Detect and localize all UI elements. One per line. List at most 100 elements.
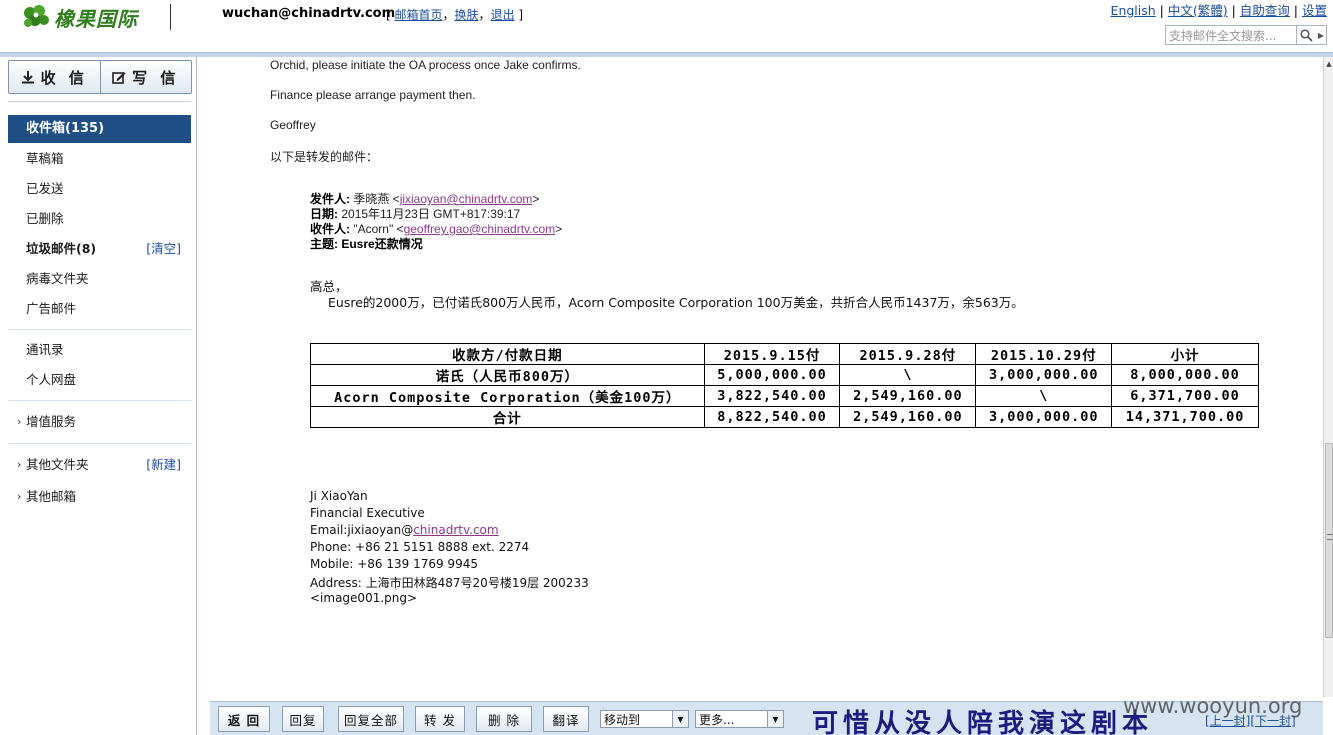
sidebar-item-drafts[interactable]: 草稿箱 [8,145,191,173]
self-service-link[interactable]: 自助查询 [1240,3,1290,18]
sidebar-item-other-mailboxes-label: 其他邮箱 [26,489,77,504]
table-cell: 6,371,700.00 [1111,385,1259,407]
translate-button[interactable]: 翻译 [543,706,589,732]
sidebar-item-other-mailboxes[interactable]: › 其他邮箱 [8,483,191,511]
logo-text: 橡果国际 [54,6,138,31]
sidebar-item-inbox[interactable]: 收件箱(135) [8,115,191,143]
empty-spam-link[interactable]: [清空] [146,235,181,263]
to-close: > [555,222,563,236]
search-button[interactable] [1296,26,1316,44]
top-links: English | 中文(繁體) | 自助查询 | 设置 [1110,3,1327,18]
more-actions-select[interactable]: 更多... ▼ [695,710,784,728]
table-cell: 2,549,160.00 [839,385,977,407]
table-cell: 3,000,000.00 [975,406,1113,428]
sidebar-item-virus[interactable]: 病毒文件夹 [8,265,191,293]
signature-email-prefix: Email:jixiaoyan@ [310,523,414,537]
table-cell: 14,371,700.00 [1111,406,1259,428]
chevron-right-icon: › [17,458,22,471]
user-email: wuchan@chinadrtv.com [222,6,396,21]
back-button[interactable]: 返 回 [218,706,270,732]
sidebar-item-contacts[interactable]: 通讯录 [8,336,191,364]
table-row: Acorn Composite Corporation（美金100万） 3,82… [310,385,1259,407]
change-skin-link[interactable]: 换肤 [455,8,479,22]
search-input[interactable]: 支持邮件全文搜索... [1166,27,1296,44]
to-name: "Acorn" < [353,222,404,236]
signature-name: Ji XiaoYan [310,489,368,503]
scrollbar[interactable]: ▲ [1323,57,1333,697]
table-row: 合计 8,822,540.00 2,549,160.00 3,000,000.0… [310,406,1259,428]
sidebar-item-spam[interactable]: 垃圾邮件(8) [清空] [8,235,191,263]
mail-app: 橡果国际 wuchan@chinadrtv.com [ 邮箱首页，换肤，退出 ]… [0,0,1333,735]
sidebar-item-sent[interactable]: 已发送 [8,175,191,203]
sidebar-item-deleted[interactable]: 已删除 [8,205,191,233]
email-body-line: Orchid, please initiate the OA process o… [270,58,581,72]
signature-email-link[interactable]: chinadrtv.com [413,523,498,537]
sidebar-item-other-folders[interactable]: › 其他文件夹 [新建] [8,451,191,479]
delete-button[interactable]: 删 除 [476,706,532,732]
search-icon [1300,28,1313,42]
scroll-grip-icon [1327,534,1332,540]
reply-button[interactable]: 回复 [282,706,324,732]
sidebar-item-value-added-label: 增值服务 [26,414,77,429]
from-email-link[interactable]: jixiaoyan@chinadrtv.com [400,192,533,206]
mailbox-home-link[interactable]: 邮箱首页 [395,8,443,22]
sidebar: 收 信 写 信 收件箱(135) 草稿箱 已发送 已删除 垃圾邮件(8) [清空… [0,57,197,735]
reply-all-button[interactable]: 回复全部 [338,706,404,732]
search-options-arrow-icon[interactable]: ▶ [1316,26,1326,44]
table-row: 诺氏（人民币800万） 5,000,000.00 \ 3,000,000.00 … [310,364,1259,386]
search-box: 支持邮件全文搜索... ▶ [1165,25,1327,45]
table-cell: 8,822,540.00 [703,406,841,428]
email-signoff: Geoffrey [270,118,316,132]
forwarded-subject: 主题: Eusre还款情况 [310,235,423,252]
move-to-value: 移动到 [604,712,641,727]
english-link[interactable]: English [1111,3,1156,18]
signature-mobile: Mobile: +86 139 1769 9945 [310,557,478,571]
from-name: 季晓燕 < [353,192,400,206]
watermark: www.wooyun.org [1123,694,1303,718]
new-folder-link[interactable]: [新建] [146,451,181,479]
download-icon [21,71,34,84]
scroll-thumb[interactable] [1325,443,1333,638]
chevron-right-icon: › [17,490,22,503]
overlay-caption: 可惜从没人陪我演这剧本 [812,709,1154,735]
payment-table: 收款方/付款日期 2015.9.15付 2015.9.28付 2015.10.2… [310,343,1259,428]
scroll-up-arrow-icon[interactable]: ▲ [1324,57,1333,71]
more-actions-value: 更多... [699,712,735,727]
sidebar-item-value-added[interactable]: › 增值服务 [8,408,191,436]
table-cell: 3,000,000.00 [975,364,1113,386]
compose-icon [112,72,126,84]
chevron-right-icon: › [17,415,22,428]
logout-link[interactable]: 退出 [491,8,515,22]
table-cell: \ [839,364,977,386]
table-cell: 3,822,540.00 [703,385,841,407]
signature-email: Email:jixiaoyan@chinadrtv.com [310,523,499,537]
date-label: 日期: [310,207,338,221]
forward-button[interactable]: 转 发 [415,706,465,732]
from-label: 发件人: [310,192,350,206]
sidebar-item-ads[interactable]: 广告邮件 [8,295,191,323]
to-email-link[interactable]: geoffrey.gao@chinadrtv.com [404,222,556,236]
table-cell: \ [975,385,1113,407]
sidebar-item-netdisk[interactable]: 个人网盘 [8,366,191,394]
settings-link[interactable]: 设置 [1302,3,1327,18]
subject-value: Eusre还款情况 [341,237,423,251]
forward-intro: 以下是转发的邮件： [270,150,379,164]
receive-button[interactable]: 收 信 [9,61,101,93]
table-header-cell: 2015.9.15付 [703,343,841,365]
compose-button[interactable]: 写 信 [101,61,192,93]
table-cell: 2,549,160.00 [839,406,977,428]
table-cell: 诺氏（人民币800万） [310,364,705,386]
compose-label: 写 信 [132,68,180,87]
table-header-row: 收款方/付款日期 2015.9.15付 2015.9.28付 2015.10.2… [310,343,1259,365]
to-label: 收件人: [310,222,350,236]
mail-reading-pane: Orchid, please initiate the OA process o… [198,57,1323,697]
logo[interactable]: 橡果国际 [20,2,138,32]
email-body-line: Finance please arrange payment then. [270,88,476,102]
from-close: > [532,192,540,206]
move-to-select[interactable]: 移动到 ▼ [600,710,689,728]
traditional-chinese-link[interactable]: 中文(繁體) [1168,3,1228,18]
mail-action-buttons: 收 信 写 信 [8,60,192,94]
date-value: 2015年11月23日 GMT+817:39:17 [341,207,521,221]
logo-divider [170,4,171,30]
sidebar-divider [8,443,191,444]
